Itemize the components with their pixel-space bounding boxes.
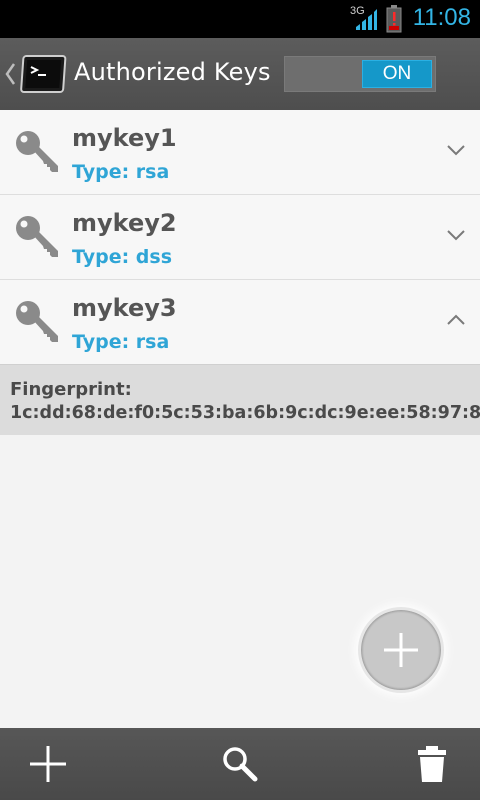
key-type: Type: rsa <box>72 331 170 353</box>
list-item[interactable]: mykey2 Type: dss <box>0 195 480 280</box>
status-bar: 3G 11:08 <box>0 0 480 38</box>
plus-icon <box>384 633 418 667</box>
add-key-fab[interactable] <box>358 607 444 693</box>
key-icon <box>16 216 58 257</box>
key-icon <box>16 131 58 172</box>
bottom-action-bar <box>0 728 480 800</box>
key-type: Type: dss <box>72 246 173 268</box>
status-time: 11:08 <box>412 4 471 31</box>
chevron-up-icon[interactable] <box>446 313 466 327</box>
plus-icon[interactable] <box>28 744 68 784</box>
toggle-on-label: ON <box>362 60 432 88</box>
list-item[interactable]: mykey3 Type: rsa <box>0 280 480 364</box>
fingerprint-value: 1c:dd:68:de:f0:5c:53:ba:6b:9c:dc:9e:ee:5… <box>10 403 480 423</box>
list-item[interactable]: mykey1 Type: rsa <box>0 110 480 195</box>
key-list: mykey1 Type: rsa mykey2 Type: dss mykey3… <box>0 110 480 435</box>
key-name: mykey2 <box>72 209 177 237</box>
search-icon[interactable] <box>220 744 260 784</box>
terminal-app-icon[interactable] <box>19 49 67 97</box>
chevron-down-icon[interactable] <box>446 143 466 157</box>
signal-icon <box>356 9 377 30</box>
battery-icon <box>386 5 402 33</box>
fingerprint-label: Fingerprint: <box>10 379 132 400</box>
chevron-down-icon[interactable] <box>446 228 466 242</box>
key-type: Type: rsa <box>72 161 170 183</box>
action-bar: Authorized Keys ON <box>0 38 480 110</box>
up-caret-icon[interactable] <box>4 61 16 87</box>
key-details-panel: Fingerprint: 1c:dd:68:de:f0:5c:53:ba:6b:… <box>0 364 480 435</box>
page-title: Authorized Keys <box>74 58 271 86</box>
screen: 3G 11:08 Authorized Keys ON mykey1 Type:… <box>0 0 480 800</box>
key-icon <box>16 301 58 342</box>
key-name: mykey3 <box>72 294 177 322</box>
authorized-keys-toggle[interactable]: ON <box>284 56 436 92</box>
key-name: mykey1 <box>72 124 177 152</box>
trash-icon[interactable] <box>412 744 452 784</box>
